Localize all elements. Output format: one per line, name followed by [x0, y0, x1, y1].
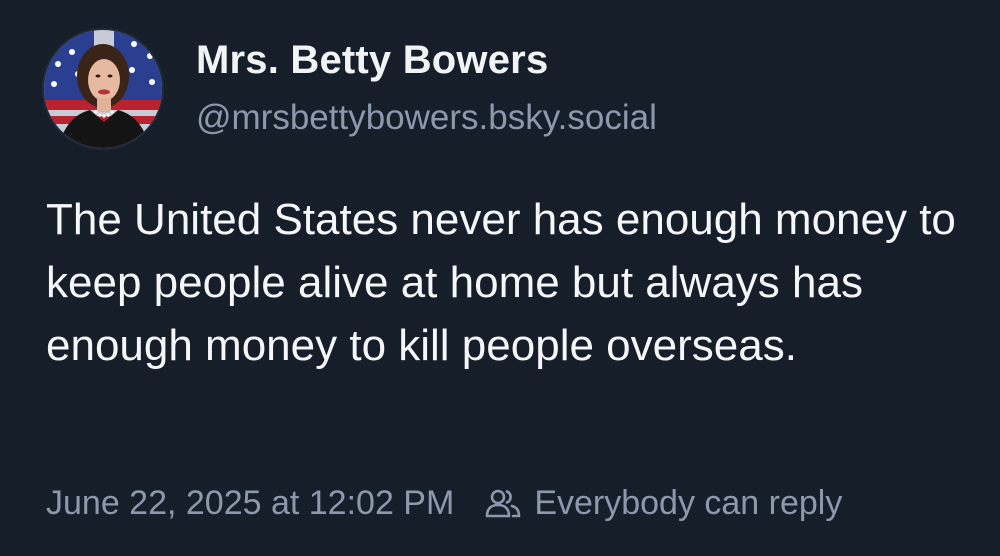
- reply-setting: Everybody can reply: [484, 484, 842, 523]
- author-handle[interactable]: @mrsbettybowers.bsky.social: [196, 98, 657, 138]
- post-text: The United States never has enough money…: [46, 195, 956, 370]
- people-icon: [486, 489, 521, 518]
- avatar-photo-icon: [44, 30, 162, 148]
- post-card: Mrs. Betty Bowers @mrsbettybowers.bsky.s…: [0, 0, 1000, 556]
- author-display-name[interactable]: Mrs. Betty Bowers: [196, 38, 548, 83]
- reply-setting-label: Everybody can reply: [534, 483, 843, 522]
- author-avatar[interactable]: [44, 30, 162, 148]
- post-footer: June 22, 2025 at 12:02 PM Everybody can …: [46, 478, 842, 528]
- post-timestamp[interactable]: June 22, 2025 at 12:02 PM: [46, 484, 454, 523]
